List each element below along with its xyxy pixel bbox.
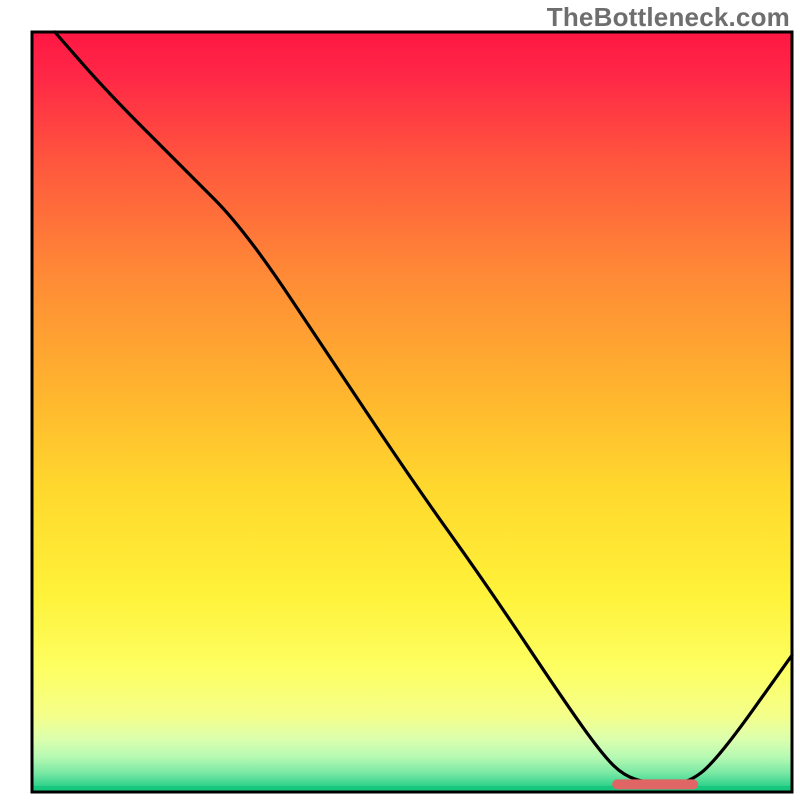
watermark-text: TheBottleneck.com [547,2,790,33]
plot-background [32,32,792,792]
bottleneck-chart [0,0,800,800]
chart-stage: TheBottleneck.com [0,0,800,800]
